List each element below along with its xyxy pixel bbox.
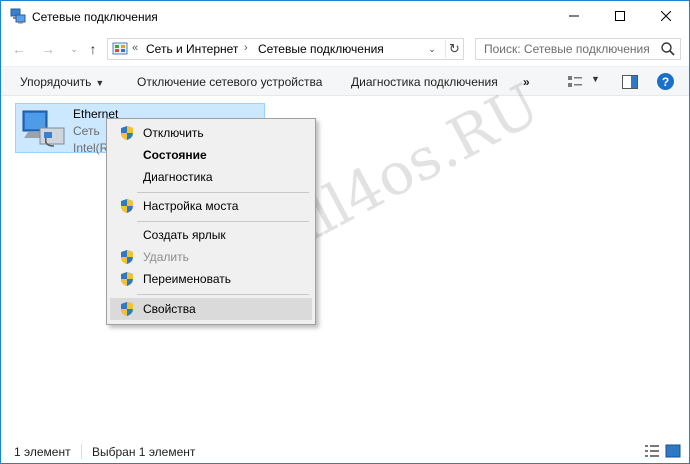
menu-item-label: Переименовать [143,272,231,286]
control-panel-icon [112,42,128,55]
breadcrumb-network-connections[interactable]: Сетевые подключения [258,42,384,56]
title-bar[interactable]: Сетевые подключения [1,1,689,33]
disable-device-button[interactable]: Отключение сетевого устройства [137,75,322,89]
search-icon [661,42,675,56]
menu-item-bridge[interactable]: Настройка моста [110,195,312,217]
menu-separator [137,294,309,295]
status-bar: 1 элемент Выбран 1 элемент [1,439,689,463]
close-button[interactable] [643,1,689,31]
navigation-bar: ← → ⌄ ↑ « Сеть и Интернет › Сетевые подк… [1,35,689,63]
menu-item-label: Диагностика [143,170,213,184]
menu-item-properties[interactable]: Свойства [110,298,312,320]
menu-item-delete[interactable]: Удалить [110,246,312,268]
breadcrumb-network-internet[interactable]: Сеть и Интернет [146,42,238,56]
network-connections-icon [10,8,26,24]
menu-item-status[interactable]: Состояние [110,144,312,166]
menu-item-label: Свойства [143,302,196,316]
recent-locations-chevron-down-icon[interactable]: ⌄ [65,39,83,59]
menu-item-label: Настройка моста [143,199,239,213]
breadcrumb-overflow[interactable]: « [132,42,138,54]
menu-item-label: Состояние [143,148,207,162]
diagnose-connection-button[interactable]: Диагностика подключения [351,75,498,89]
menu-item-label: Создать ярлык [143,228,226,242]
change-view-icon[interactable] [567,74,583,90]
organize-button[interactable]: Упорядочить ▼ [20,75,104,89]
organize-label: Упорядочить [20,75,92,89]
help-button[interactable]: ? [657,73,674,90]
menu-separator [137,221,309,222]
explorer-window: Сетевые подключения ← → ⌄ ↑ « Сеть и Инт… [0,0,690,464]
chevron-down-icon: ▼ [95,78,105,88]
maximize-button[interactable] [597,1,643,31]
forward-button[interactable]: → [39,39,57,59]
search-placeholder: Поиск: Сетевые подключения [484,42,650,56]
status-divider [81,444,82,459]
refresh-icon[interactable]: ↻ [445,40,463,58]
item-count: 1 элемент [14,445,71,459]
menu-item-disable[interactable]: Отключить [110,122,312,144]
menu-item-rename[interactable]: Переименовать [110,268,312,290]
back-button[interactable]: ← [10,39,28,59]
uac-shield-icon [121,272,133,286]
menu-item-label: Удалить [143,250,189,264]
minimize-button[interactable] [551,1,597,31]
connection-status: Сеть [73,124,100,138]
menu-item-diagnostics[interactable]: Диагностика [110,166,312,188]
address-bar[interactable]: « Сеть и Интернет › Сетевые подключения … [107,38,464,60]
preview-pane-icon[interactable] [622,75,638,89]
search-input[interactable]: Поиск: Сетевые подключения [475,38,681,60]
view-options-chevron-down-icon[interactable]: ▼ [591,74,600,84]
large-icons-view-icon[interactable] [665,444,681,458]
menu-item-create-shortcut[interactable]: Создать ярлык [110,224,312,246]
ethernet-adapter-icon [22,110,65,147]
maximize-icon [615,11,625,21]
minimize-icon [569,15,579,17]
uac-shield-icon [121,199,133,213]
selected-count: Выбран 1 элемент [92,445,196,459]
uac-shield-icon [121,250,133,264]
close-icon [661,11,671,21]
menu-separator [137,192,309,193]
menu-item-label: Отключить [143,126,204,140]
details-view-icon[interactable] [644,444,660,458]
more-commands-button[interactable]: » [523,75,530,89]
breadcrumb-separator-icon[interactable]: › [244,42,248,54]
up-button[interactable]: ↑ [84,39,102,59]
uac-shield-icon [121,302,133,316]
address-dropdown-chevron-down-icon[interactable]: ⌄ [424,41,440,57]
command-bar: Упорядочить ▼ Отключение сетевого устройс… [1,66,689,96]
window-title: Сетевые подключения [32,10,158,24]
context-menu: Отключить Состояние Диагностика Настройк… [106,118,316,325]
uac-shield-icon [121,126,133,140]
file-list-area[interactable]: Ethernet Сеть Intel(R) All4os.RU [1,70,689,435]
